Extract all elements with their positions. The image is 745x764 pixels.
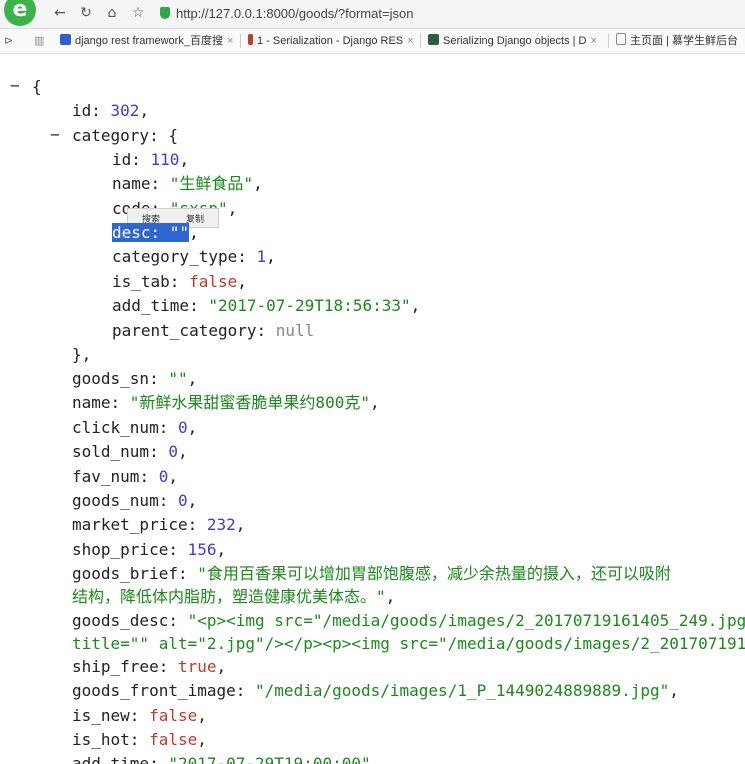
json-row-is-hot: is_hot: false, [72,730,207,749]
json-row-market-price: market_price: 232, [72,515,246,534]
close-icon[interactable]: × [227,35,233,47]
json-row-goods-brief-cont: 结构，降低体内脂肪，塑造健康优美体态。", [72,587,396,606]
page-icon [616,33,626,45]
json-row-goods-sn: goods_sn: "", [72,369,198,388]
json-row-goods-desc: goods_desc: "<p><img src="/media/goods/i… [72,611,745,630]
bookmark-tab-4[interactable]: 主页面 | 慕学生鲜后台 [616,29,745,53]
collapse-category-toggle[interactable]: − [50,125,60,144]
json-row-click-num: click_num: 0, [72,418,198,437]
baidu-paw-icon [60,34,71,45]
close-icon[interactable]: × [590,35,596,47]
json-row-add-time: add_time: "2017-07-29T19:00:00" [72,754,371,764]
json-row-shop-price: shop_price: 156, [72,540,227,559]
django-icon [428,34,439,45]
json-row-goods-desc-cont: title="" alt="2.jpg"/></p><p><img src="/… [72,634,745,653]
json-row-id: id: 302, [72,101,150,120]
json-viewer: − { id: 302, − category: { id: 110, name… [0,54,745,764]
bookmarks-bar: ⊳ ▥ django rest framework_百度搜 × 1 - Seria… [0,29,745,54]
reload-icon[interactable]: ↻ [78,5,94,21]
bookmark-tab-2[interactable]: 1 - Serialization - Django RES × [248,29,418,53]
json-row-goods-brief: goods_brief: "食用百香果可以增加胃部饱腹感，减少余热量的摄入，还可… [72,564,671,583]
json-row-sold-num: sold_num: 0, [72,442,188,461]
json-row-ship-free: ship_free: true, [72,657,227,676]
bookmark-folder-icon[interactable]: ▥ [34,29,48,53]
drf-icon [248,34,253,45]
home-icon[interactable]: ⌂ [104,5,120,21]
browser-toolbar: e ← ↻ ⌂ ☆ http://127.0.0.1:8000/goods/?f… [0,0,745,29]
browser-logo-icon[interactable]: e [4,0,36,26]
collapse-root-toggle[interactable]: − [10,76,20,95]
back-arrow-icon[interactable]: ← [52,5,68,21]
close-icon[interactable]: × [407,35,413,47]
divider [608,34,609,48]
address-bar[interactable]: http://127.0.0.1:8000/goods/?format=json [158,4,738,23]
json-row-category-parent: parent_category: null [112,321,315,340]
json-open-brace: { [32,77,42,96]
divider [240,34,241,48]
json-row-category-name: name: "生鲜食品", [112,174,263,193]
json-row-category-type: category_type: 1, [112,247,276,266]
url-text[interactable]: http://127.0.0.1:8000/goods/?format=json [176,4,413,23]
star-icon[interactable]: ☆ [130,5,146,21]
json-row-category-add-time: add_time: "2017-07-29T18:56:33", [112,296,421,315]
json-row-is-new: is_new: false, [72,706,207,725]
json-row-goods-front-image: goods_front_image: "/media/goods/images/… [72,681,679,700]
json-row-category-id: id: 110, [112,150,190,169]
json-row-goods-num: goods_num: 0, [72,491,198,510]
json-row-category: category: { [72,126,178,145]
bookmark-tab-1[interactable]: django rest framework_百度搜 × [60,29,240,53]
bookmark-tab-3[interactable]: Serializing Django objects | D × [428,29,606,53]
json-row-name: name: "新鲜水果甜蜜香脆单果约800克", [72,393,380,412]
json-row-category-desc: desc: "", [112,223,199,242]
json-row-category-is-tab: is_tab: false, [112,272,247,291]
divider [420,34,421,48]
json-row-fav-num: fav_num: 0, [72,467,178,486]
sidebar-toggle-icon[interactable]: ⊳ [4,29,18,53]
json-close-category: }, [72,345,92,364]
